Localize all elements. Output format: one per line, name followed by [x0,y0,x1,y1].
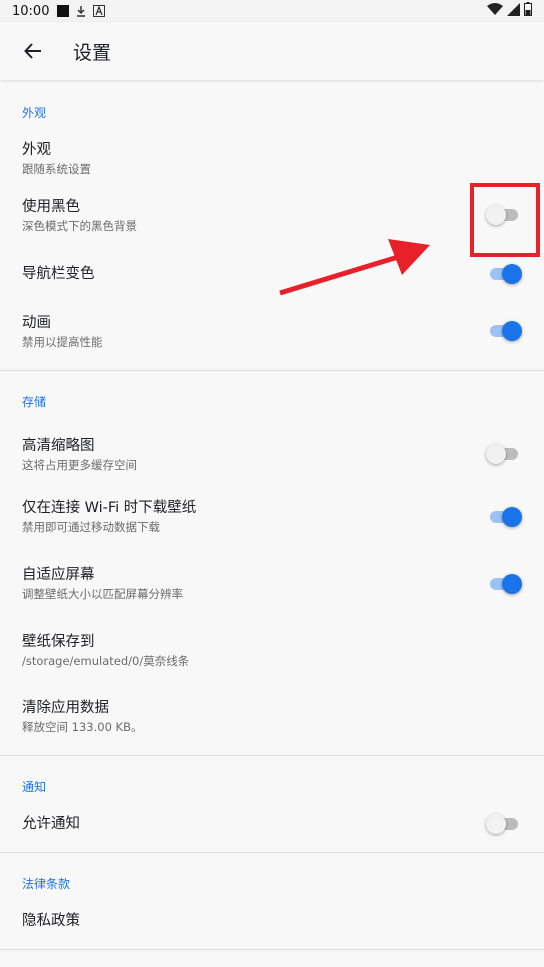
signal-icon [507,2,520,20]
section-legal: 法律条款 隐私政策 [0,853,544,950]
back-button[interactable] [13,31,53,71]
download-icon [75,5,87,17]
pref-appearance[interactable]: 外观 跟随系统设置 [0,134,544,182]
section-header-appearance: 外观 [22,105,47,120]
pref-title: 外观 [22,141,51,158]
pref-title: 允许通知 [22,816,80,832]
adaptive-screen-switch[interactable] [488,573,522,594]
pref-title: 隐私政策 [22,913,80,929]
pref-summary: 禁用以提高性能 [22,334,103,349]
pref-use-black[interactable]: 使用黑色 深色模式下的黑色背景 [0,182,544,248]
wifi-icon [487,2,503,20]
pref-privacy-policy[interactable]: 隐私政策 [0,903,544,939]
pref-summary: 深色模式下的黑色背景 [22,218,137,233]
square-icon [57,5,70,17]
pref-wifi-only[interactable]: 仅在连接 Wi-Fi 时下载壁纸 禁用即可通过移动数据下载 [0,483,544,550]
pref-title: 动画 [22,314,51,331]
pref-title: 壁纸保存到 [22,633,95,650]
status-time: 10:00 [12,3,50,19]
pref-summary: 释放空间 133.00 KB。 [22,719,143,734]
a-badge-icon [93,5,106,17]
hd-thumbnails-switch[interactable] [486,444,520,464]
settings-list: 外观 外观 跟随系统设置 使用黑色 深色模式下的黑色背景 导航栏变色 动画 禁用… [0,80,544,950]
pref-clear-data[interactable]: 清除应用数据 释放空间 133.00 KB。 [0,683,544,755]
arrow-left-icon [24,43,41,59]
pref-animation[interactable]: 动画 禁用以提高性能 [0,300,544,370]
battery-icon [524,2,532,20]
section-storage: 存储 高清缩略图 这将占用更多缓存空间 仅在连接 Wi-Fi 时下载壁纸 禁用即… [0,371,544,756]
pref-title: 自适应屏幕 [22,567,95,583]
section-notifications: 通知 允许通知 [0,756,544,853]
pref-title: 导航栏变色 [22,266,95,282]
status-bar: 10:00 [0,0,544,22]
pref-save-location[interactable]: 壁纸保存到 /storage/emulated/0/莫奈线条 [0,617,544,683]
section-header-storage: 存储 [22,394,47,409]
allow-notifications-switch[interactable] [486,814,520,834]
pref-summary: /storage/emulated/0/莫奈线条 [22,653,190,668]
pref-title: 清除应用数据 [22,699,109,716]
wifi-only-switch[interactable] [488,506,522,527]
pref-summary: 禁用即可通过移动数据下载 [22,520,160,534]
pref-title: 高清缩略图 [22,437,95,454]
pref-hd-thumbnails[interactable]: 高清缩略图 这将占用更多缓存空间 [0,425,544,483]
page-title: 设置 [73,41,112,64]
section-appearance: 外观 外观 跟随系统设置 使用黑色 深色模式下的黑色背景 导航栏变色 动画 禁用… [0,80,544,371]
pref-allow-notifications[interactable]: 允许通知 [0,806,544,842]
app-bar: 设置 [0,22,544,80]
animation-switch[interactable] [488,321,522,341]
pref-title: 使用黑色 [22,198,80,215]
pref-summary: 调整壁纸大小以匹配屏幕分辨率 [22,587,183,601]
pref-navbar-color[interactable]: 导航栏变色 [0,248,544,300]
navbar-color-switch[interactable] [488,264,522,284]
pref-summary: 这将占用更多缓存空间 [22,457,137,472]
pref-adaptive-screen[interactable]: 自适应屏幕 调整壁纸大小以匹配屏幕分辨率 [0,550,544,617]
use-black-switch[interactable] [486,205,520,225]
pref-title: 仅在连接 Wi-Fi 时下载壁纸 [22,500,197,516]
pref-summary: 跟随系统设置 [22,161,91,176]
